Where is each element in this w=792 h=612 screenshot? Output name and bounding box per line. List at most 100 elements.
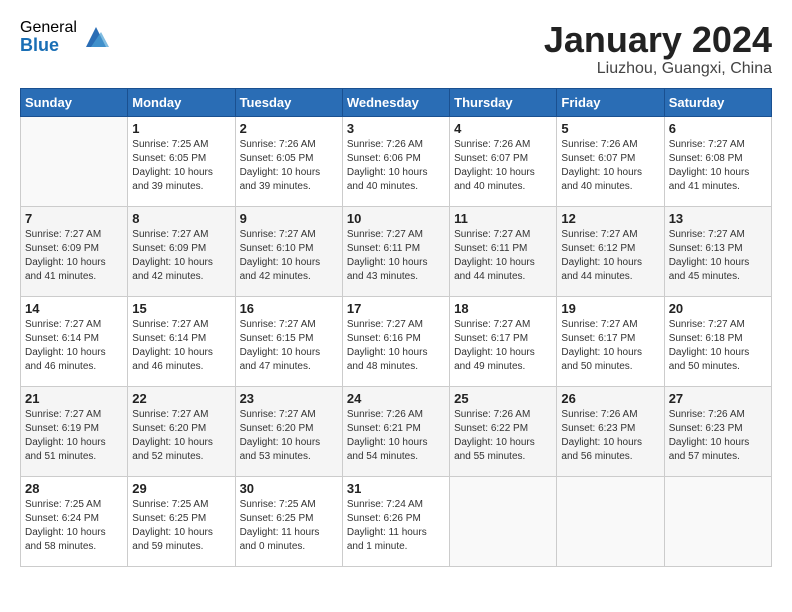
day-number: 3 [347, 121, 445, 136]
day-number: 24 [347, 391, 445, 406]
cell-0-6: 6 Sunrise: 7:27 AMSunset: 6:08 PMDaylight… [664, 116, 771, 206]
day-number: 23 [240, 391, 338, 406]
header-thursday: Thursday [450, 88, 557, 116]
day-info: Sunrise: 7:27 AMSunset: 6:17 PMDaylight:… [561, 318, 659, 374]
day-info: Sunrise: 7:27 AMSunset: 6:14 PMDaylight:… [132, 318, 230, 374]
day-number: 20 [669, 301, 767, 316]
calendar-table: Sunday Monday Tuesday Wednesday Thursday… [20, 88, 772, 567]
cell-1-2: 9 Sunrise: 7:27 AMSunset: 6:10 PMDaylight… [235, 206, 342, 296]
day-number: 12 [561, 211, 659, 226]
day-number: 18 [454, 301, 552, 316]
header-friday: Friday [557, 88, 664, 116]
day-number: 25 [454, 391, 552, 406]
cell-0-4: 4 Sunrise: 7:26 AMSunset: 6:07 PMDaylight… [450, 116, 557, 206]
day-number: 27 [669, 391, 767, 406]
day-info: Sunrise: 7:27 AMSunset: 6:11 PMDaylight:… [347, 228, 445, 284]
cell-2-5: 19 Sunrise: 7:27 AMSunset: 6:17 PMDayligh… [557, 296, 664, 386]
day-info: Sunrise: 7:26 AMSunset: 6:07 PMDaylight:… [454, 138, 552, 194]
day-info: Sunrise: 7:26 AMSunset: 6:05 PMDaylight:… [240, 138, 338, 194]
cell-3-4: 25 Sunrise: 7:26 AMSunset: 6:22 PMDayligh… [450, 386, 557, 476]
calendar-header: Sunday Monday Tuesday Wednesday Thursday… [21, 88, 772, 116]
day-number: 1 [132, 121, 230, 136]
day-info: Sunrise: 7:27 AMSunset: 6:20 PMDaylight:… [132, 408, 230, 464]
header-monday: Monday [128, 88, 235, 116]
day-info: Sunrise: 7:27 AMSunset: 6:19 PMDaylight:… [25, 408, 123, 464]
day-number: 13 [669, 211, 767, 226]
day-info: Sunrise: 7:25 AMSunset: 6:05 PMDaylight:… [132, 138, 230, 194]
day-info: Sunrise: 7:26 AMSunset: 6:06 PMDaylight:… [347, 138, 445, 194]
day-info: Sunrise: 7:27 AMSunset: 6:16 PMDaylight:… [347, 318, 445, 374]
day-number: 5 [561, 121, 659, 136]
cell-0-2: 2 Sunrise: 7:26 AMSunset: 6:05 PMDaylight… [235, 116, 342, 206]
day-number: 28 [25, 481, 123, 496]
day-info: Sunrise: 7:27 AMSunset: 6:10 PMDaylight:… [240, 228, 338, 284]
day-info: Sunrise: 7:25 AMSunset: 6:25 PMDaylight:… [132, 498, 230, 554]
day-number: 19 [561, 301, 659, 316]
cell-3-5: 26 Sunrise: 7:26 AMSunset: 6:23 PMDayligh… [557, 386, 664, 476]
header-tuesday: Tuesday [235, 88, 342, 116]
cell-4-5 [557, 476, 664, 566]
day-number: 2 [240, 121, 338, 136]
cell-3-2: 23Sunrise: 7:27 AMSunset: 6:20 PMDayligh… [235, 386, 342, 476]
day-info: Sunrise: 7:27 AMSunset: 6:08 PMDaylight:… [669, 138, 767, 194]
day-number: 11 [454, 211, 552, 226]
cell-4-0: 28 Sunrise: 7:25 AMSunset: 6:24 PMDayligh… [21, 476, 128, 566]
day-info: Sunrise: 7:25 AMSunset: 6:24 PMDaylight:… [25, 498, 123, 554]
cell-1-1: 8Sunrise: 7:27 AMSunset: 6:09 PMDaylight… [128, 206, 235, 296]
day-info: Sunrise: 7:27 AMSunset: 6:09 PMDaylight:… [132, 228, 230, 284]
week-row-3: 14 Sunrise: 7:27 AMSunset: 6:14 PMDayligh… [21, 296, 772, 386]
location: Liuzhou, Guangxi, China [544, 60, 772, 78]
day-number: 16 [240, 301, 338, 316]
cell-3-6: 27Sunrise: 7:26 AMSunset: 6:23 PMDayligh… [664, 386, 771, 476]
logo-text: General Blue [20, 20, 77, 54]
month-title: January 2024 [544, 20, 772, 60]
day-number: 15 [132, 301, 230, 316]
day-info: Sunrise: 7:24 AMSunset: 6:26 PMDaylight:… [347, 498, 445, 554]
day-number: 21 [25, 391, 123, 406]
day-number: 30 [240, 481, 338, 496]
day-info: Sunrise: 7:27 AMSunset: 6:15 PMDaylight:… [240, 318, 338, 374]
day-number: 7 [25, 211, 123, 226]
cell-4-3: 31 Sunrise: 7:24 AMSunset: 6:26 PMDayligh… [342, 476, 449, 566]
header-row: Sunday Monday Tuesday Wednesday Thursday… [21, 88, 772, 116]
day-number: 17 [347, 301, 445, 316]
cell-0-1: 1 Sunrise: 7:25 AMSunset: 6:05 PMDaylight… [128, 116, 235, 206]
logo-icon [81, 22, 111, 52]
calendar-body: 1 Sunrise: 7:25 AMSunset: 6:05 PMDaylight… [21, 116, 772, 566]
cell-3-3: 24 Sunrise: 7:26 AMSunset: 6:21 PMDayligh… [342, 386, 449, 476]
week-row-1: 1 Sunrise: 7:25 AMSunset: 6:05 PMDaylight… [21, 116, 772, 206]
logo: General Blue [20, 20, 111, 54]
day-info: Sunrise: 7:27 AMSunset: 6:09 PMDaylight:… [25, 228, 123, 284]
header-saturday: Saturday [664, 88, 771, 116]
day-number: 10 [347, 211, 445, 226]
day-number: 6 [669, 121, 767, 136]
day-number: 31 [347, 481, 445, 496]
day-info: Sunrise: 7:27 AMSunset: 6:11 PMDaylight:… [454, 228, 552, 284]
cell-0-3: 3 Sunrise: 7:26 AMSunset: 6:06 PMDaylight… [342, 116, 449, 206]
day-info: Sunrise: 7:26 AMSunset: 6:22 PMDaylight:… [454, 408, 552, 464]
cell-1-5: 12Sunrise: 7:27 AMSunset: 6:12 PMDayligh… [557, 206, 664, 296]
cell-3-0: 21 Sunrise: 7:27 AMSunset: 6:19 PMDayligh… [21, 386, 128, 476]
cell-4-2: 30 Sunrise: 7:25 AMSunset: 6:25 PMDayligh… [235, 476, 342, 566]
week-row-4: 21 Sunrise: 7:27 AMSunset: 6:19 PMDayligh… [21, 386, 772, 476]
day-info: Sunrise: 7:26 AMSunset: 6:07 PMDaylight:… [561, 138, 659, 194]
cell-3-1: 22 Sunrise: 7:27 AMSunset: 6:20 PMDayligh… [128, 386, 235, 476]
day-info: Sunrise: 7:26 AMSunset: 6:23 PMDaylight:… [561, 408, 659, 464]
header-wednesday: Wednesday [342, 88, 449, 116]
day-number: 9 [240, 211, 338, 226]
day-number: 26 [561, 391, 659, 406]
day-number: 22 [132, 391, 230, 406]
day-info: Sunrise: 7:27 AMSunset: 6:17 PMDaylight:… [454, 318, 552, 374]
cell-1-0: 7 Sunrise: 7:27 AMSunset: 6:09 PMDaylight… [21, 206, 128, 296]
cell-2-3: 17 Sunrise: 7:27 AMSunset: 6:16 PMDayligh… [342, 296, 449, 386]
cell-2-4: 18 Sunrise: 7:27 AMSunset: 6:17 PMDayligh… [450, 296, 557, 386]
day-info: Sunrise: 7:26 AMSunset: 6:21 PMDaylight:… [347, 408, 445, 464]
day-info: Sunrise: 7:25 AMSunset: 6:25 PMDaylight:… [240, 498, 338, 554]
day-number: 14 [25, 301, 123, 316]
cell-0-0 [21, 116, 128, 206]
cell-2-6: 20Sunrise: 7:27 AMSunset: 6:18 PMDayligh… [664, 296, 771, 386]
cell-1-6: 13Sunrise: 7:27 AMSunset: 6:13 PMDayligh… [664, 206, 771, 296]
week-row-2: 7 Sunrise: 7:27 AMSunset: 6:09 PMDaylight… [21, 206, 772, 296]
cell-4-6 [664, 476, 771, 566]
day-number: 4 [454, 121, 552, 136]
